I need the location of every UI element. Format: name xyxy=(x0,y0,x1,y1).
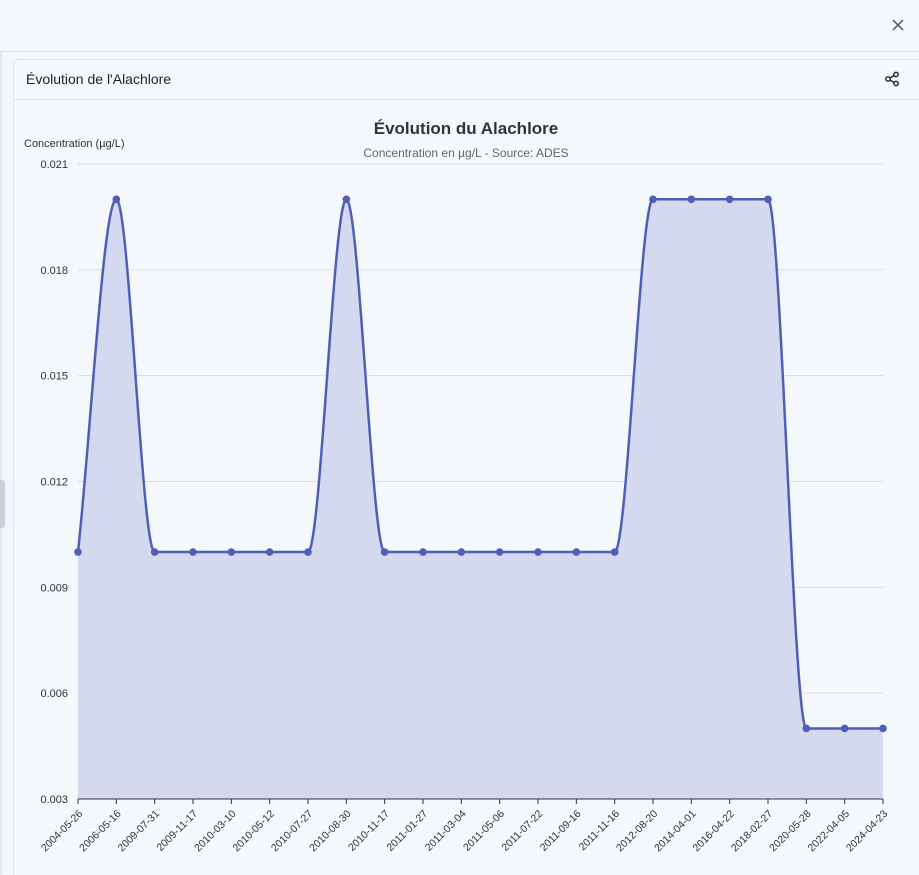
data-point[interactable] xyxy=(879,724,887,733)
data-point[interactable] xyxy=(457,548,466,556)
y-tick-label: 0.021 xyxy=(40,159,68,171)
data-point[interactable] xyxy=(610,548,619,556)
data-point[interactable] xyxy=(725,195,734,204)
x-axis: 2004-05-262006-05-162009-07-312009-11-17… xyxy=(39,798,891,855)
y-tick-label: 0.006 xyxy=(40,688,68,700)
y-tick-label: 0.015 xyxy=(40,371,68,383)
data-point[interactable] xyxy=(534,548,542,556)
series-area-fill xyxy=(78,199,883,799)
data-point[interactable] xyxy=(112,195,121,204)
y-axis: 0.003 0.006 0.009 0.012 0.015 0.018 0.021 xyxy=(40,159,68,806)
chart-subtitle: Concentration en µg/L - Source: ADES xyxy=(363,146,568,160)
data-point[interactable] xyxy=(419,548,427,556)
data-point[interactable] xyxy=(380,548,389,556)
chart-title: Évolution du Alachlore xyxy=(374,119,559,138)
data-point[interactable] xyxy=(687,195,696,204)
data-point[interactable] xyxy=(265,548,274,556)
y-tick-label: 0.009 xyxy=(40,582,68,594)
data-point[interactable] xyxy=(189,548,197,556)
y-tick-label: 0.003 xyxy=(40,794,68,806)
data-point[interactable] xyxy=(572,548,581,556)
data-point[interactable] xyxy=(74,548,82,556)
data-point[interactable] xyxy=(802,724,811,733)
data-point[interactable] xyxy=(342,195,351,204)
chart: Évolution du Alachlore Concentration en … xyxy=(24,119,891,855)
y-tick-label: 0.012 xyxy=(40,477,68,489)
series-area xyxy=(76,198,883,799)
x-tick-label: 2011-09-16 xyxy=(538,808,584,854)
data-point[interactable] xyxy=(495,548,504,556)
data-point[interactable] xyxy=(227,548,236,556)
data-point[interactable] xyxy=(649,195,657,204)
x-tick-label: 2024-04-23 xyxy=(844,808,891,855)
data-point[interactable] xyxy=(840,724,849,733)
y-tick-label: 0.018 xyxy=(40,265,68,277)
data-point[interactable] xyxy=(150,548,159,556)
data-point[interactable] xyxy=(764,195,772,204)
y-axis-label: Concentration (µg/L) xyxy=(24,138,125,150)
data-point[interactable] xyxy=(304,548,312,556)
